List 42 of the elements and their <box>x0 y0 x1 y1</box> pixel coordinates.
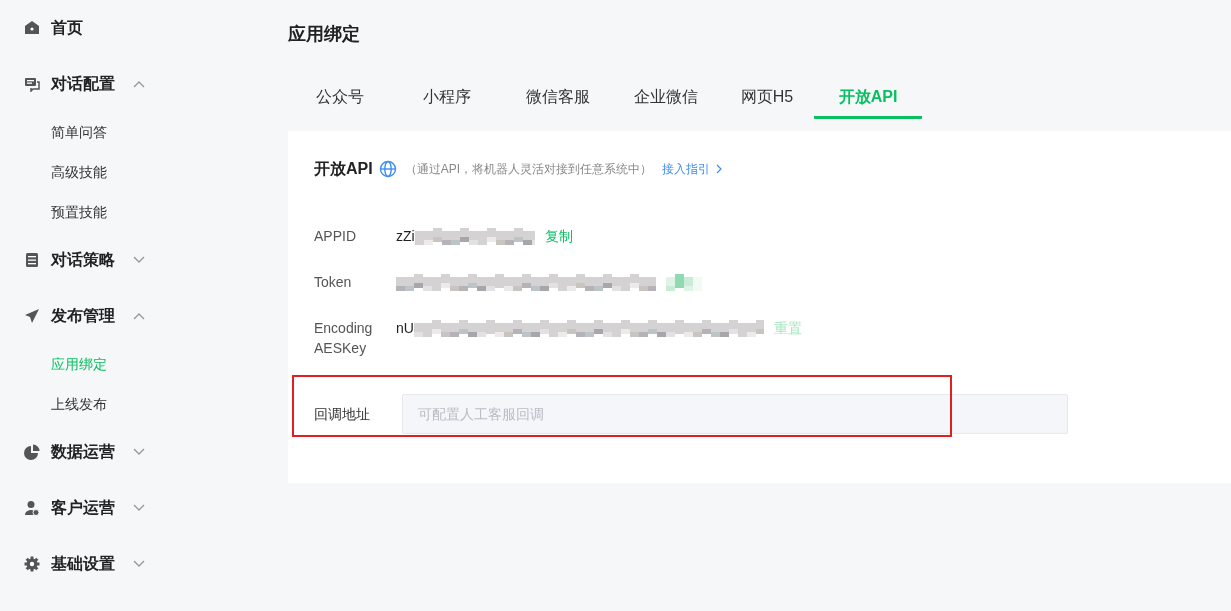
submenu-item[interactable]: 高级技能 <box>51 161 107 183</box>
tab[interactable]: 小程序 <box>391 77 503 119</box>
user-icon <box>24 500 40 516</box>
globe-icon <box>378 160 397 178</box>
field-value: zZi <box>396 226 415 246</box>
chevron-right-icon <box>716 164 722 174</box>
submenu-item[interactable]: 上线发布 <box>51 393 107 415</box>
menu-item[interactable]: 基础设置 <box>51 552 133 576</box>
home-icon <box>24 20 40 36</box>
field-label: Encoding AESKey <box>314 319 374 358</box>
menu-item[interactable]: 数据运营 <box>51 440 133 464</box>
chevron-up-icon[interactable] <box>133 80 145 88</box>
chevron-down-icon[interactable] <box>133 560 145 568</box>
gear-icon <box>24 556 40 572</box>
menu-item[interactable]: 对话策略 <box>51 248 133 272</box>
tab[interactable]: 网页H5 <box>720 77 814 119</box>
field-label: APPID <box>314 227 357 246</box>
menu-item[interactable]: 发布管理 <box>51 304 133 328</box>
tab[interactable]: 公众号 <box>288 77 391 119</box>
page-title: 应用绑定 <box>288 23 361 46</box>
redaction-mosaic <box>666 271 702 293</box>
send-icon <box>24 308 40 324</box>
guide-link[interactable]: 接入指引 <box>662 160 722 178</box>
chevron-up-icon[interactable] <box>133 312 145 320</box>
submenu-item[interactable]: 预置技能 <box>51 201 107 223</box>
hint-text: （通过API，将机器人灵活对接到任意系统中） <box>404 161 652 178</box>
chevron-down-icon[interactable] <box>133 256 145 264</box>
tab[interactable]: 企业微信 <box>612 77 720 119</box>
menu-item[interactable]: 对话配置 <box>51 72 133 96</box>
menu-item[interactable]: 客户运营 <box>51 496 133 520</box>
pie-icon <box>24 444 40 460</box>
field-label: 回调地址 <box>314 404 371 424</box>
field-label: Token <box>314 273 353 292</box>
field-value: nU <box>396 318 414 338</box>
chat-icon <box>24 76 40 92</box>
menu-item[interactable]: 首页 <box>51 16 133 40</box>
submenu-item[interactable]: 简单问答 <box>51 121 107 143</box>
chevron-down-icon[interactable] <box>133 504 145 512</box>
chevron-down-icon[interactable] <box>133 448 145 456</box>
card-title: 开放API <box>314 159 373 179</box>
list-icon <box>24 252 40 268</box>
tab[interactable]: 微信客服 <box>503 77 612 119</box>
